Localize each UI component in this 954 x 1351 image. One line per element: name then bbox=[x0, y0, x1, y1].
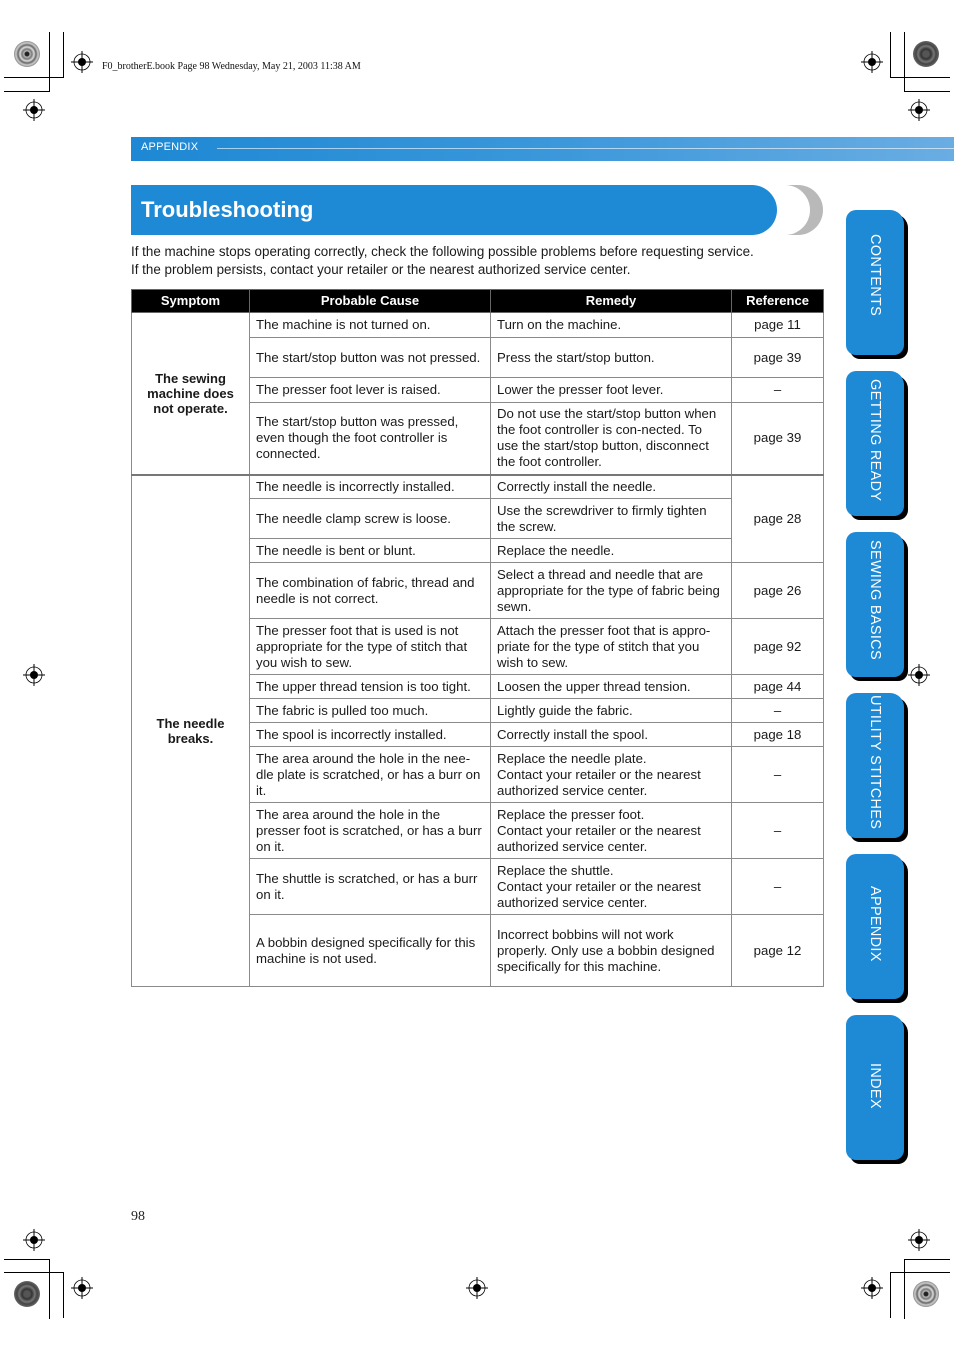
troubleshooting-table: Symptom Probable Cause Remedy Reference … bbox=[131, 289, 824, 987]
cause-cell: The combination of fabric, thread and ne… bbox=[249, 562, 491, 619]
reference-cell: page 26 bbox=[731, 562, 824, 619]
column-header-symptom: Symptom bbox=[131, 289, 250, 313]
remedy-cell: Turn on the machine. bbox=[490, 312, 732, 338]
registration-mark-icon bbox=[861, 51, 883, 73]
cause-cell: The fabric is pulled too much. bbox=[249, 698, 491, 723]
page-title: Troubleshooting bbox=[141, 197, 314, 222]
registration-mark-icon bbox=[71, 1277, 93, 1299]
remedy-cell: Incorrect bobbins will not work properly… bbox=[490, 914, 732, 987]
remedy-cell: Loosen the upper thread tension. bbox=[490, 674, 732, 699]
tab-label: GETTING READY bbox=[867, 379, 883, 502]
table-row: The needle breaks. The needle is incorre… bbox=[131, 473, 824, 987]
tab-label: CONTENTS bbox=[867, 234, 883, 317]
registration-mark-icon bbox=[908, 1229, 930, 1251]
tab-appendix[interactable]: APPENDIX bbox=[846, 854, 904, 999]
remedy-cell: Correctly install the spool. bbox=[490, 722, 732, 747]
remedy-cell: Lower the presser foot lever. bbox=[490, 377, 732, 403]
cause-cell: The machine is not turned on. bbox=[249, 312, 491, 338]
reference-cell: page 28 bbox=[731, 473, 824, 563]
registration-mark-icon bbox=[23, 664, 45, 686]
reference-cell: – bbox=[731, 746, 824, 803]
cause-cell: The shuttle is scratched, or has a burr … bbox=[249, 858, 491, 915]
reference-cell: page 92 bbox=[731, 618, 824, 675]
cause-cell: The presser foot lever is raised. bbox=[249, 377, 491, 403]
tab-utility-stitches[interactable]: UTILITY STITCHES bbox=[846, 693, 904, 838]
registration-mark-icon bbox=[466, 1277, 488, 1299]
reference-cell: page 39 bbox=[731, 337, 824, 378]
reference-cell: page 44 bbox=[731, 674, 824, 699]
tab-contents[interactable]: CONTENTS bbox=[846, 210, 904, 355]
registration-mark-icon bbox=[908, 664, 930, 686]
section-header: APPENDIX bbox=[131, 137, 954, 161]
intro-text: If the machine stops operating correctly… bbox=[131, 243, 754, 279]
reference-cell: – bbox=[731, 377, 824, 403]
registration-mark-icon bbox=[23, 99, 45, 121]
color-target-icon bbox=[14, 41, 40, 67]
cause-cell: The needle is bent or blunt. bbox=[249, 538, 491, 563]
cause-cell: The upper thread tension is too tight. bbox=[249, 674, 491, 699]
reference-cell: page 18 bbox=[731, 722, 824, 747]
remedy-cell: Replace the needle plate. Contact your r… bbox=[490, 746, 732, 803]
intro-line: If the problem persists, contact your re… bbox=[131, 262, 631, 277]
cause-cell: The spool is incorrectly installed. bbox=[249, 722, 491, 747]
tab-label: SEWING BASICS bbox=[867, 540, 883, 660]
section-header-label: APPENDIX bbox=[141, 141, 199, 153]
tab-label: INDEX bbox=[867, 1063, 883, 1109]
symptom-cell: The sewing machine does not operate. bbox=[131, 312, 250, 475]
remedy-cell: Do not use the start/stop button when th… bbox=[490, 402, 732, 475]
remedy-cell: Lightly guide the fabric. bbox=[490, 698, 732, 723]
cause-cell: The presser foot that is used is not app… bbox=[249, 618, 491, 675]
remedy-cell: Use the screwdriver to firmly tighten th… bbox=[490, 498, 732, 539]
tab-label: APPENDIX bbox=[867, 886, 883, 962]
color-target-icon bbox=[913, 41, 939, 67]
color-target-icon bbox=[913, 1281, 939, 1307]
remedy-cell: Select a thread and needle that are appr… bbox=[490, 562, 732, 619]
section-header-rule bbox=[217, 148, 954, 149]
column-header-cause: Probable Cause bbox=[249, 289, 491, 313]
tab-label: UTILITY STITCHES bbox=[867, 695, 883, 830]
reference-cell: – bbox=[731, 802, 824, 859]
print-file-info: F0_brotherE.book Page 98 Wednesday, May … bbox=[102, 61, 361, 72]
intro-line: If the machine stops operating correctly… bbox=[131, 244, 754, 259]
remedy-cell: Correctly install the needle. bbox=[490, 473, 732, 499]
column-header-reference: Reference bbox=[731, 289, 824, 313]
reference-cell: – bbox=[731, 698, 824, 723]
registration-mark-icon bbox=[908, 99, 930, 121]
registration-mark-icon bbox=[861, 1277, 883, 1299]
cause-cell: The start/stop button was not pressed. bbox=[249, 337, 491, 378]
reference-cell: page 11 bbox=[731, 312, 824, 338]
cause-cell: The start/stop button was pressed, even … bbox=[249, 402, 491, 475]
cause-cell: The area around the hole in the presser … bbox=[249, 802, 491, 859]
cause-cell: The needle clamp screw is loose. bbox=[249, 498, 491, 539]
table-header-row: Symptom Probable Cause Remedy Reference bbox=[131, 289, 824, 313]
remedy-cell: Press the start/stop button. bbox=[490, 337, 732, 378]
remedy-cell: Replace the presser foot. Contact your r… bbox=[490, 802, 732, 859]
cause-cell: The needle is incorrectly installed. bbox=[249, 473, 491, 499]
color-target-icon bbox=[14, 1281, 40, 1307]
symptom-cell: The needle breaks. bbox=[131, 473, 250, 987]
table-row: The sewing machine does not operate. The… bbox=[131, 312, 824, 475]
page-number: 98 bbox=[131, 1209, 145, 1224]
reference-cell: – bbox=[731, 858, 824, 915]
remedy-cell: Attach the presser foot that is appro-pr… bbox=[490, 618, 732, 675]
tab-index[interactable]: INDEX bbox=[846, 1015, 904, 1160]
column-header-remedy: Remedy bbox=[490, 289, 732, 313]
reference-cell: page 39 bbox=[731, 402, 824, 475]
registration-mark-icon bbox=[71, 51, 93, 73]
title-banner: Troubleshooting bbox=[131, 185, 777, 235]
remedy-cell: Replace the needle. bbox=[490, 538, 732, 563]
registration-mark-icon bbox=[23, 1229, 45, 1251]
cause-cell: The area around the hole in the nee-dle … bbox=[249, 746, 491, 803]
tab-sewing-basics[interactable]: SEWING BASICS bbox=[846, 532, 904, 677]
cause-cell: A bobbin designed specifically for this … bbox=[249, 914, 491, 987]
remedy-cell: Replace the shuttle. Contact your retail… bbox=[490, 858, 732, 915]
tab-getting-ready[interactable]: GETTING READY bbox=[846, 371, 904, 516]
reference-cell: page 12 bbox=[731, 914, 824, 987]
